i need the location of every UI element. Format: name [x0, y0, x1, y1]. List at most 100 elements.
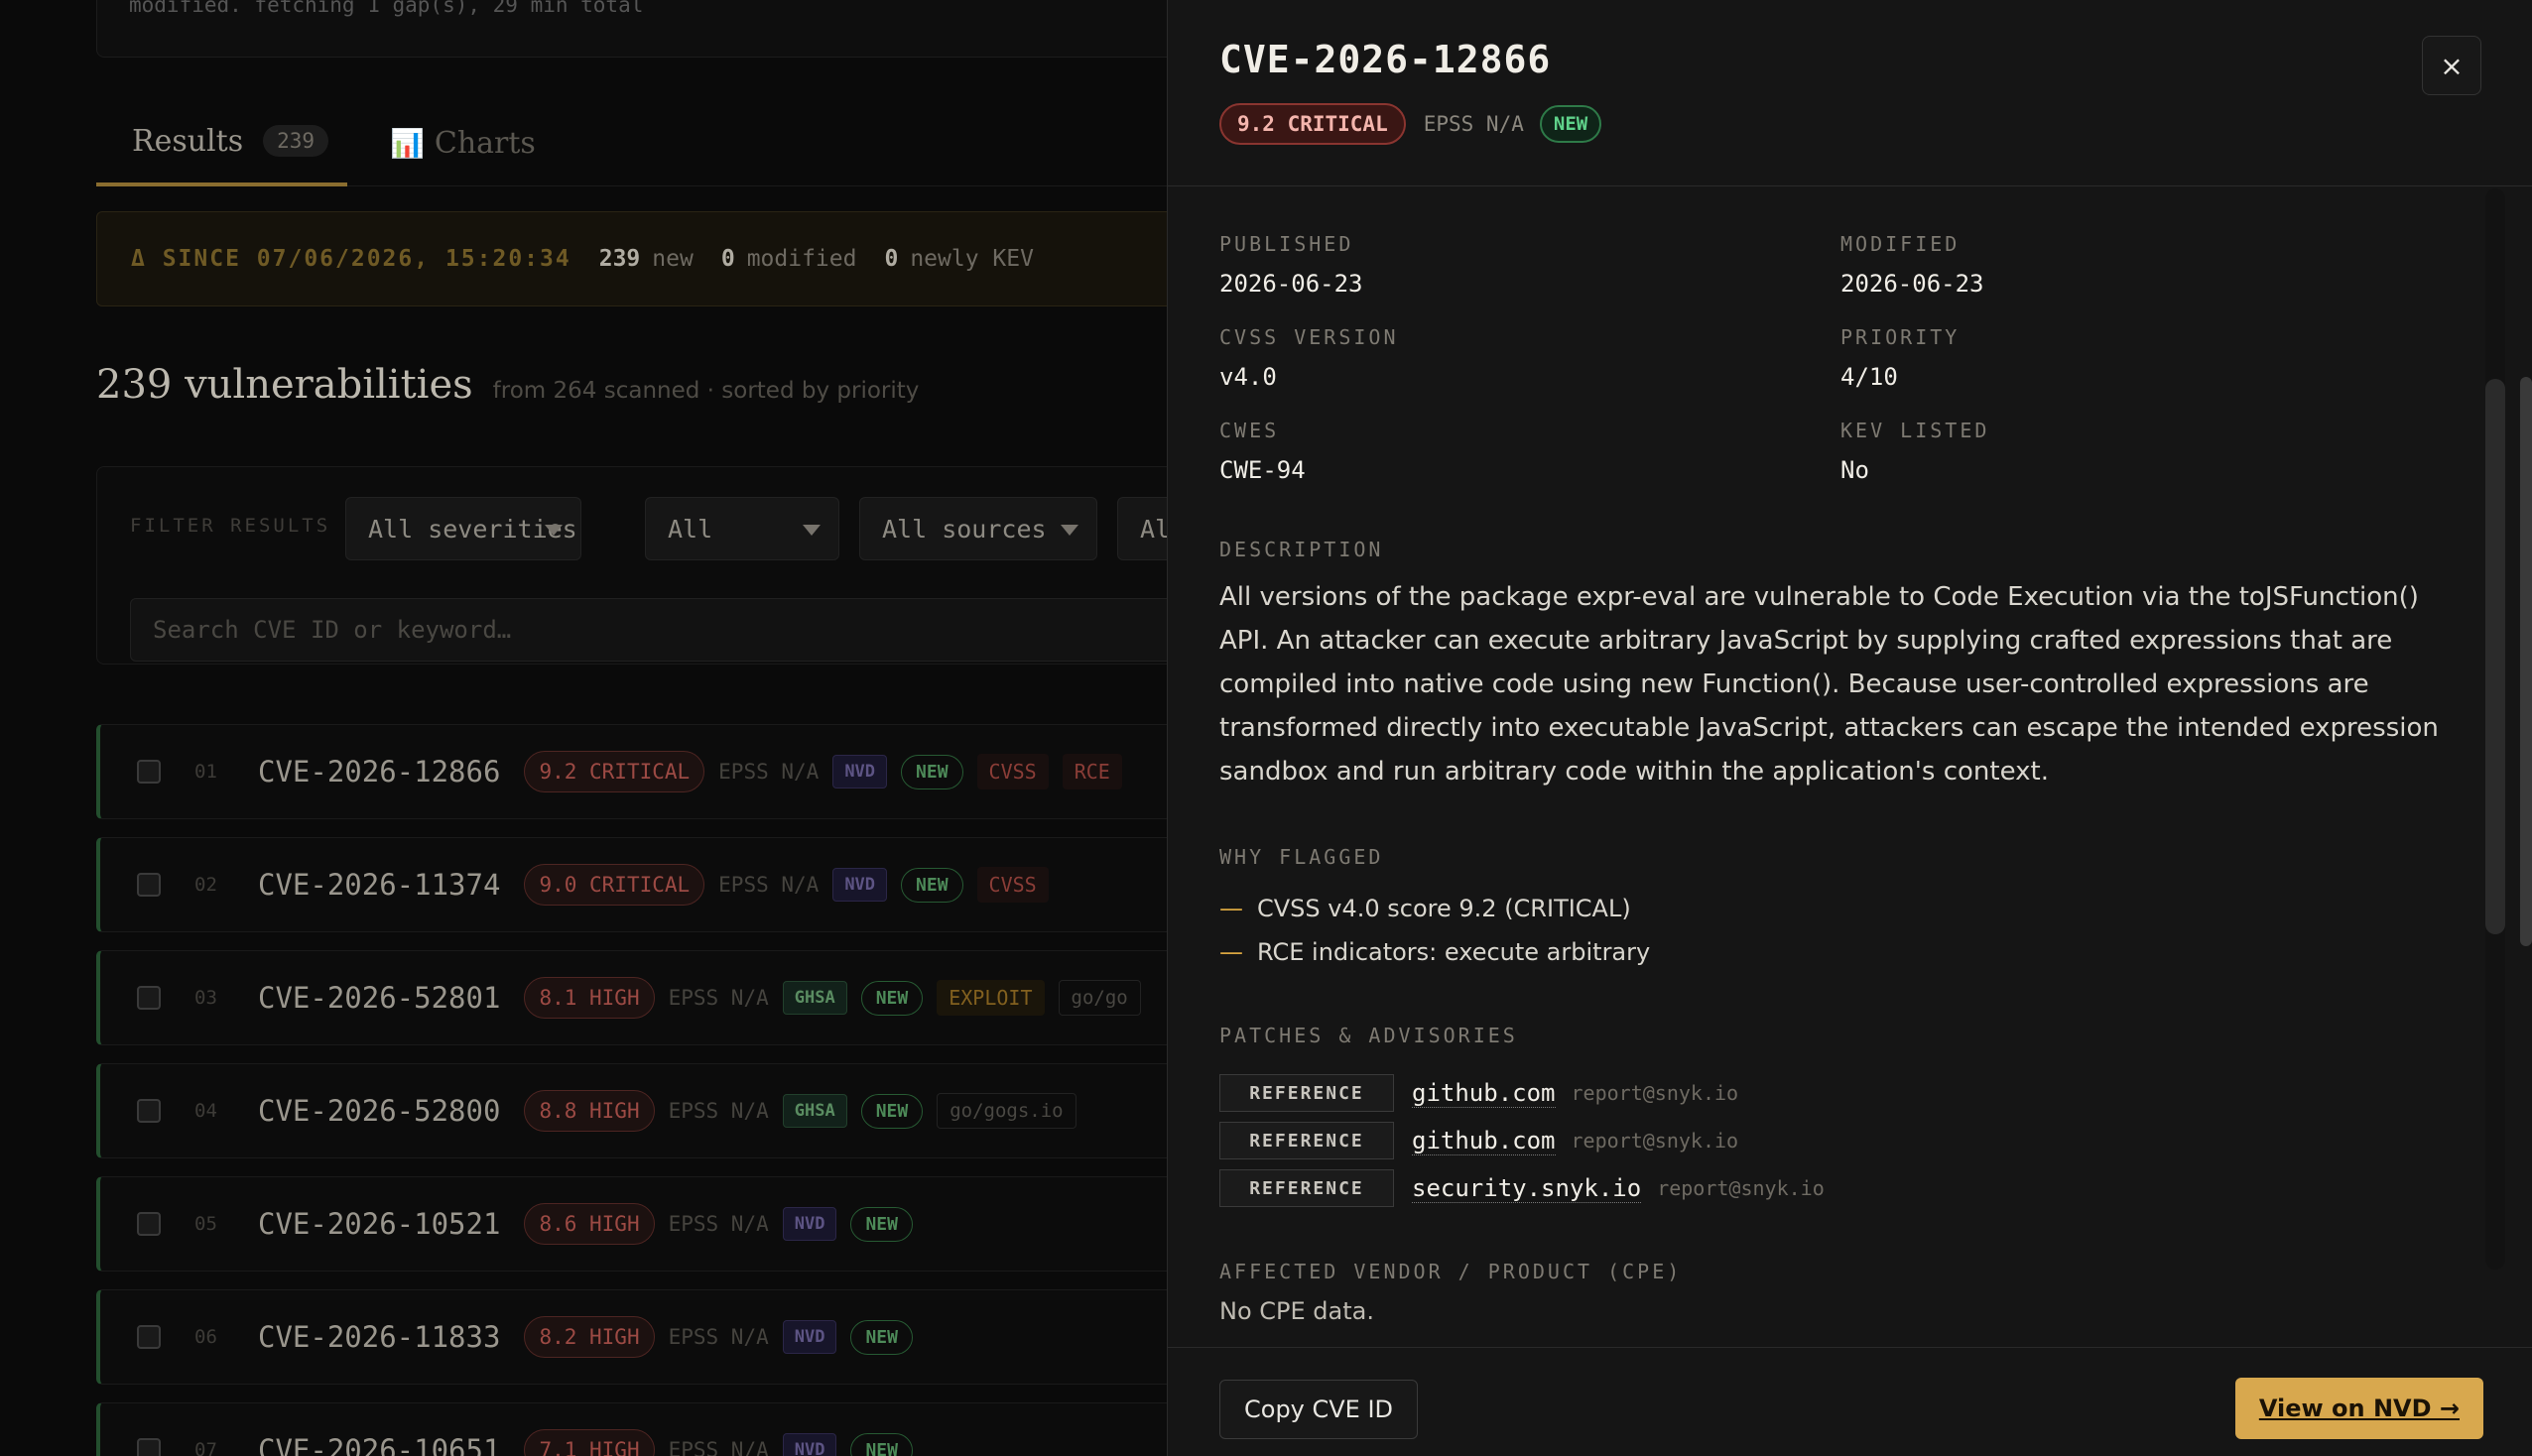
row-checkbox[interactable]	[137, 873, 161, 897]
copy-cve-button[interactable]: Copy CVE ID	[1219, 1380, 1419, 1439]
epss-label: EPSS N/A	[668, 1325, 769, 1349]
modified-count: 0	[720, 246, 735, 272]
epss-label: EPSS N/A	[668, 1438, 769, 1456]
tag-badge: CVSS	[976, 754, 1049, 789]
row-cve-id: CVE-2026-10521	[258, 1207, 501, 1241]
extra-select[interactable]: Al	[1117, 497, 1167, 560]
source-badge: NVD	[832, 755, 888, 789]
patch-source: report@snyk.io	[1571, 1081, 1739, 1105]
cve-detail-drawer: CVE-2026-12866 9.2 CRITICAL EPSS N/A NEW…	[1167, 0, 2532, 1456]
table-row[interactable]: 04 CVE-2026-52800 8.8 HIGH EPSS N/A GHSA…	[96, 1063, 1167, 1158]
drawer-body: PUBLISHED 2026-06-23 MODIFIED 2026-06-23…	[1168, 188, 2532, 1347]
table-row[interactable]: 02 CVE-2026-11374 9.0 CRITICAL EPSS N/A …	[96, 837, 1167, 932]
new-badge: NEW	[860, 1093, 924, 1129]
table-row[interactable]: 06 CVE-2026-11833 8.2 HIGH EPSS N/A NVD …	[96, 1289, 1167, 1385]
tab-charts[interactable]: 📊 Charts	[390, 99, 536, 186]
page-scrollbar[interactable]	[2520, 377, 2532, 946]
epss-label: EPSS N/A	[1423, 112, 1524, 136]
search-input[interactable]: Search CVE ID or keyword…	[130, 598, 1167, 662]
row-checkbox[interactable]	[137, 1099, 161, 1123]
scrollbar-thumb[interactable]	[2485, 379, 2505, 934]
severity-badge: 9.2 CRITICAL	[1219, 103, 1406, 145]
patch-item: REFERENCE security.snyk.io report@snyk.i…	[1219, 1164, 1825, 1212]
table-row[interactable]: 07 CVE-2026-10651 7.1 HIGH EPSS N/A NVD …	[96, 1402, 1167, 1456]
patch-link[interactable]: security.snyk.io	[1412, 1174, 1642, 1203]
sources-select-value: All sources	[882, 514, 1047, 544]
severity-select[interactable]: All severities	[345, 497, 581, 560]
table-row[interactable]: 03 CVE-2026-52801 8.1 HIGH EPSS N/A GHSA…	[96, 950, 1167, 1045]
drawer-header: CVE-2026-12866 9.2 CRITICAL EPSS N/A NEW…	[1168, 0, 2532, 186]
description-text: All versions of the package expr-eval ar…	[1219, 582, 2439, 787]
priority-label: PRIORITY	[1840, 325, 1961, 349]
table-row[interactable]: 05 CVE-2026-10521 8.6 HIGH EPSS N/A NVD …	[96, 1176, 1167, 1272]
cvss-version-field: CVSS VERSION v4.0	[1219, 325, 1399, 391]
new-label: new	[652, 246, 694, 272]
dash-icon: —	[1219, 895, 1243, 922]
cvss-version-label: CVSS VERSION	[1219, 325, 1399, 349]
row-checkbox[interactable]	[137, 1325, 161, 1349]
since-bar: Δ SINCE 07/06/2026, 15:20:34 239 new 0 m…	[96, 211, 1167, 306]
type-select[interactable]: All	[645, 497, 839, 560]
new-badge: NEW	[901, 754, 963, 789]
sources-select[interactable]: All sources	[859, 497, 1097, 560]
row-cve-id: CVE-2026-52800	[258, 1094, 501, 1128]
row-checkbox[interactable]	[137, 1438, 161, 1456]
new-badge: NEW	[901, 867, 963, 903]
row-cve-id: CVE-2026-10651	[258, 1433, 501, 1456]
kev-field: KEV LISTED No	[1840, 419, 1989, 484]
row-checkbox[interactable]	[137, 986, 161, 1010]
severity-badge: 8.1 HIGH	[524, 977, 655, 1019]
tag-badge: RCE	[1062, 754, 1122, 789]
patches-list: REFERENCE github.com report@snyk.io REFE…	[1219, 1069, 1825, 1212]
cpe-value: No CPE data.	[1219, 1297, 1374, 1325]
row-index: 05	[194, 1213, 217, 1235]
filter-panel: FILTER RESULTS All severities All All so…	[96, 466, 1167, 665]
source-badge: GHSA	[782, 981, 847, 1015]
row-checkbox[interactable]	[137, 1212, 161, 1236]
cpe-label: AFFECTED VENDOR / PRODUCT (CPE)	[1219, 1260, 1683, 1283]
new-count: 239	[598, 246, 641, 272]
table-row[interactable]: 01 CVE-2026-12866 9.2 CRITICAL EPSS N/A …	[96, 724, 1167, 819]
epss-label: EPSS N/A	[668, 1212, 769, 1236]
drawer-badges: 9.2 CRITICAL EPSS N/A NEW	[1219, 103, 1602, 145]
dash-icon: —	[1219, 938, 1243, 966]
kev-label: newly KEV	[910, 246, 1034, 272]
package-badge: go/gogs.io	[937, 1093, 1076, 1129]
page-subtitle: from 264 scanned · sorted by priority	[492, 378, 920, 404]
patch-link[interactable]: github.com	[1412, 1127, 1556, 1155]
source-badge: NVD	[782, 1320, 837, 1354]
priority-field: PRIORITY 4/10	[1840, 325, 1960, 391]
patch-link[interactable]: github.com	[1412, 1079, 1556, 1108]
tab-results-count: 239	[263, 125, 329, 157]
tab-results[interactable]: Results 239	[96, 99, 347, 186]
why-item-text: CVSS v4.0 score 9.2 (CRITICAL)	[1257, 895, 1631, 922]
patch-item: REFERENCE github.com report@snyk.io	[1219, 1069, 1825, 1117]
row-cve-id: CVE-2026-52801	[258, 981, 501, 1015]
severity-badge: 8.2 HIGH	[524, 1316, 655, 1358]
patch-item: REFERENCE github.com report@snyk.io	[1219, 1117, 1825, 1164]
close-button[interactable]: ×	[2422, 36, 2481, 95]
new-badge: NEW	[860, 980, 924, 1016]
new-badge: NEW	[850, 1206, 913, 1242]
modified-label: MODIFIED	[1840, 232, 1961, 256]
row-checkbox[interactable]	[137, 760, 161, 784]
page-title: 239 vulnerabilities	[96, 362, 473, 408]
list-item: — CVSS v4.0 score 9.2 (CRITICAL)	[1219, 887, 1650, 930]
tab-results-label: Results	[132, 123, 244, 159]
reference-badge: REFERENCE	[1219, 1122, 1394, 1159]
severity-badge: 8.6 HIGH	[524, 1203, 655, 1245]
drawer-footer: Copy CVE ID View on NVD →	[1168, 1347, 2532, 1456]
view-on-nvd-button[interactable]: View on NVD →	[2234, 1378, 2483, 1439]
tag-badge: EXPLOIT	[937, 980, 1045, 1016]
patch-source: report@snyk.io	[1571, 1129, 1739, 1153]
source-badge: NVD	[782, 1207, 837, 1241]
published-value: 2026-06-23	[1219, 270, 1363, 298]
epss-label: EPSS N/A	[718, 760, 820, 784]
bar-chart-icon: 📊	[390, 126, 425, 160]
why-flagged-list: — CVSS v4.0 score 9.2 (CRITICAL) — RCE ind…	[1219, 887, 1650, 974]
new-badge: NEW	[850, 1432, 913, 1456]
chevron-down-icon	[1061, 525, 1078, 536]
row-index: 07	[194, 1439, 217, 1456]
type-select-value: All	[668, 514, 713, 544]
patches-label: PATCHES & ADVISORIES	[1219, 1024, 1518, 1047]
